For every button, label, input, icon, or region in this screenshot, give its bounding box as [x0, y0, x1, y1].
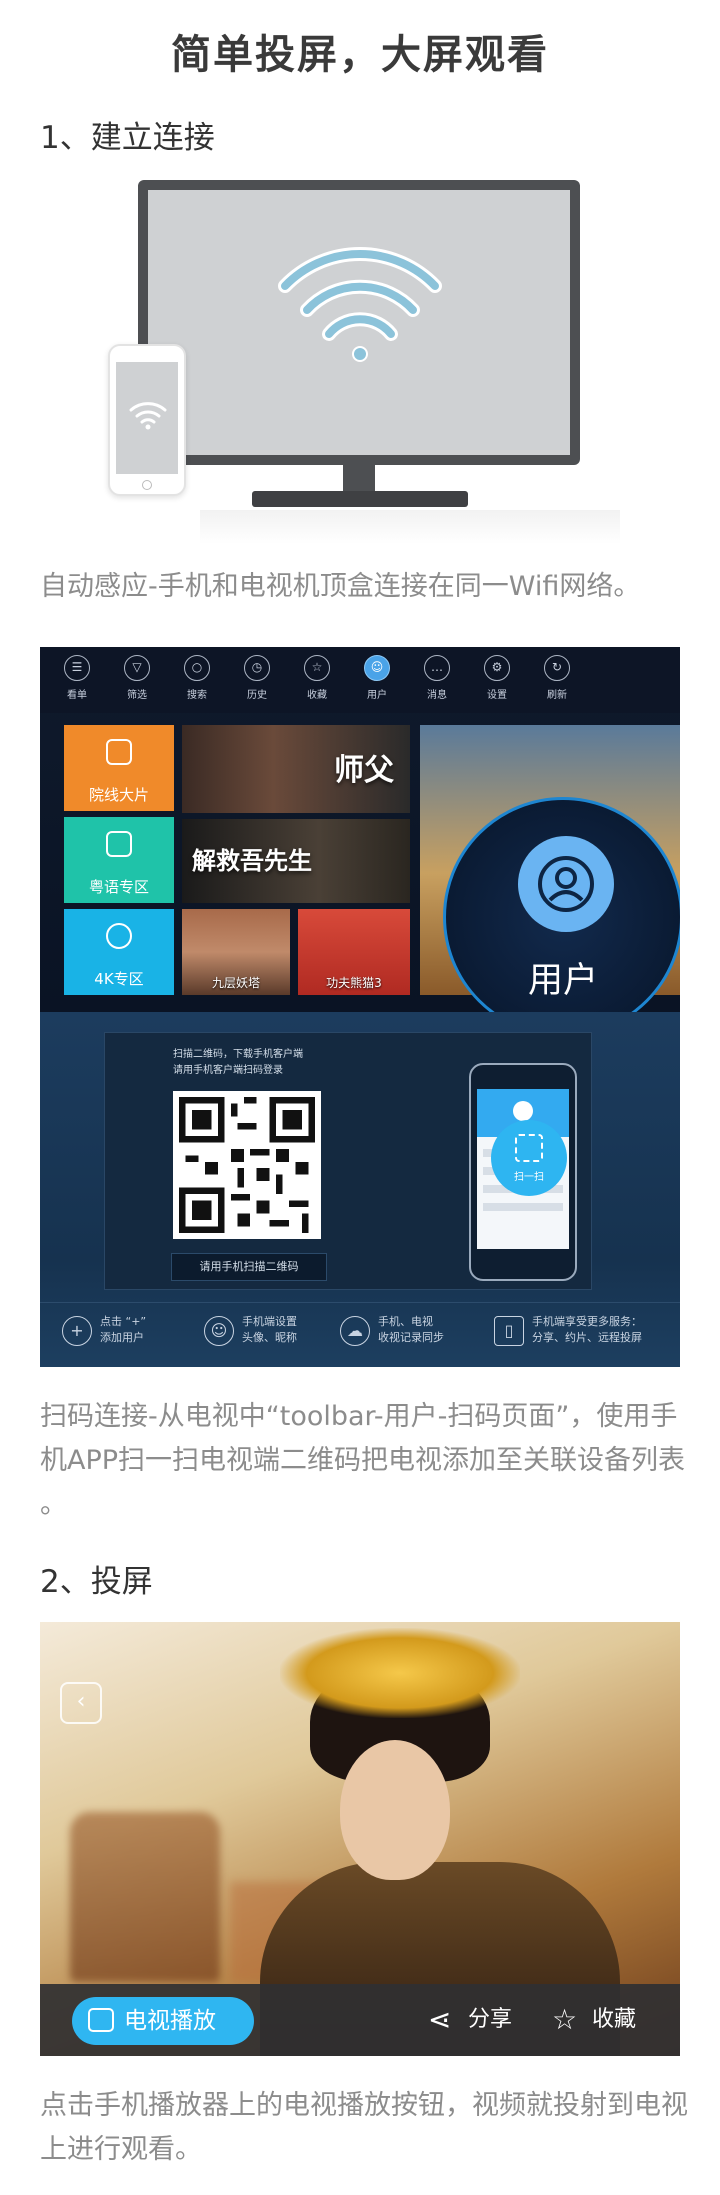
filter-icon: ▽ — [124, 655, 150, 681]
toolbar-label: 历史 — [247, 690, 267, 701]
toolbar-label: 看单 — [67, 690, 87, 701]
tv-phone-illustration — [100, 172, 620, 547]
poster-title: 解救吾先生 — [192, 847, 312, 875]
feature-text: 手机端设置 头像、昵称 — [242, 1315, 297, 1344]
tile-label: 4K专区 — [94, 970, 144, 988]
user-icon: ☺ — [364, 655, 390, 681]
video-player: ‹ 电视播放 ⋖ 分享 ☆ 收藏 — [40, 1622, 680, 2056]
toolbar-label: 设置 — [487, 690, 507, 701]
page-title: 简单投屏，大屏观看 — [171, 32, 549, 78]
poster-shifu[interactable]: 师父 — [182, 725, 410, 813]
tv-play-button[interactable]: 电视播放 — [72, 1997, 254, 2045]
share-label: 分享 — [468, 2007, 513, 2032]
phone-service-icon: ▯ — [494, 1316, 524, 1346]
popcorn-icon — [106, 739, 132, 765]
background-building — [70, 1812, 220, 1982]
phone-wifi-icon — [129, 402, 167, 430]
poster-caption: 九层妖塔 — [211, 976, 260, 990]
toolbar-label: 消息 — [427, 690, 447, 701]
back-button[interactable]: ‹ — [60, 1682, 102, 1724]
toolbar-label: 搜索 — [187, 690, 207, 701]
scan-qr-button[interactable]: 请用手机扫描二维码 — [171, 1253, 327, 1281]
toolbar-item-user[interactable]: ☺ 用户 — [352, 655, 402, 701]
figure-face — [340, 1740, 450, 1880]
feature-text: 手机、电视 收视记录同步 — [378, 1315, 444, 1344]
wifi-icon — [278, 247, 442, 362]
caption-cast: 点击手机播放器上的电视播放按钮，视频就投射到电视上进行观看。 — [40, 2090, 688, 2165]
toolbar-item-messages[interactable]: … 消息 — [412, 655, 462, 701]
toolbar-label: 用户 — [367, 690, 387, 701]
player-control-bar: 电视播放 ⋖ 分享 ☆ 收藏 — [40, 1984, 680, 2056]
toolbar-item-settings[interactable]: ⚙ 设置 — [472, 655, 522, 701]
qr-code — [173, 1091, 321, 1239]
phone-home-button — [142, 480, 152, 490]
toolbar-item-favorites[interactable]: ☆ 收藏 — [292, 655, 342, 701]
speech-icon — [106, 831, 132, 857]
history-icon: ◷ — [244, 655, 270, 681]
refresh-icon: ↻ — [544, 655, 570, 681]
toolbar-item-filter[interactable]: ▽ 筛选 — [112, 655, 162, 701]
zoom-label: 用户 — [527, 961, 598, 1001]
scan-label: 扫一扫 — [514, 1172, 544, 1183]
avatar — [513, 1101, 533, 1121]
toolbar-label: 收藏 — [307, 690, 327, 701]
figure-crown — [280, 1628, 520, 1718]
poster-title: 师父 — [334, 753, 394, 788]
divider — [40, 1302, 680, 1303]
caption-auto-connect: 自动感应-手机和电视机顶盒连接在同一Wifi网络。 — [40, 571, 641, 602]
favorite-label: 收藏 — [592, 2007, 637, 2032]
feature-text: 手机端享受更多服务： 分享、约片、远程投屏 — [532, 1315, 642, 1344]
tv-stand-base — [252, 491, 468, 507]
gear-icon: ⚙ — [484, 655, 510, 681]
qr-hint-line: 扫描二维码，下载手机客户端 — [173, 1049, 303, 1060]
toolbar-label: 筛选 — [127, 690, 147, 701]
user-icon — [518, 836, 614, 932]
scan-button[interactable]: 扫一扫 — [491, 1120, 567, 1196]
star-icon: ☆ — [552, 2003, 578, 2036]
tile-4k[interactable]: 4K专区 — [64, 909, 174, 995]
toolbar-item-search[interactable]: ○ 搜索 — [172, 655, 222, 701]
feature-text: 点击 “+” 添加用户 — [100, 1315, 147, 1344]
tile-label: 院线大片 — [88, 786, 149, 804]
tv-home-screenshot: ☰ 看单 ▽ 筛选 ○ 搜索 ◷ 历史 ☆ 收藏 ☺ 用户 … 消息 ⚙ 设置 — [40, 647, 680, 1012]
star-icon: ☆ — [304, 655, 330, 681]
search-icon: ○ — [184, 655, 210, 681]
section-heading-connect: 1、建立连接 — [40, 120, 215, 156]
qr-hint-line: 请用手机客户端扫码登录 — [173, 1065, 283, 1076]
plus-icon: + — [62, 1316, 92, 1346]
poster-nine-tower[interactable]: 九层妖塔 — [182, 909, 290, 995]
toolbar-item-refresh[interactable]: ↻ 刷新 — [532, 655, 582, 701]
tile-cinema[interactable]: 院线大片 — [64, 725, 174, 811]
smile-icon: ☺ — [204, 1316, 234, 1346]
tv-shadow — [200, 510, 620, 544]
poster-caption: 功夫熊猫3 — [326, 976, 382, 990]
toolbar-item-history[interactable]: ◷ 历史 — [232, 655, 282, 701]
tv-cast-icon — [88, 2008, 114, 2032]
tv-play-label: 电视播放 — [124, 2008, 216, 2034]
disc-icon — [106, 923, 132, 949]
list-icon: ☰ — [64, 655, 90, 681]
poster-saving-mr-wu[interactable]: 解救吾先生 — [182, 819, 410, 903]
poster-kung-fu-panda[interactable]: 功夫熊猫3 — [298, 909, 410, 995]
toolbar-item-list[interactable]: ☰ 看单 — [52, 655, 102, 701]
tile-cantonese[interactable]: 粤语专区 — [64, 817, 174, 903]
phone-app-row — [483, 1203, 563, 1211]
message-icon: … — [424, 655, 450, 681]
caption-scan-connect: 扫码连接-从电视中“toolbar-用户-扫码页面”，使用手机APP扫一扫电视端… — [40, 1401, 686, 1520]
tv-toolbar: ☰ 看单 ▽ 筛选 ○ 搜索 ◷ 历史 ☆ 收藏 ☺ 用户 … 消息 ⚙ 设置 — [40, 647, 680, 713]
scan-icon — [515, 1134, 543, 1162]
toolbar-label: 刷新 — [547, 690, 567, 701]
qr-scan-screenshot: 扫描二维码，下载手机客户端 请用手机客户端扫码登录 请用手机扫描二维码 扫一扫 … — [40, 1012, 680, 1367]
phone-icon — [108, 344, 186, 496]
section-heading-cast: 2、投屏 — [40, 1564, 153, 1600]
phone-screen — [116, 362, 178, 474]
tile-label: 粤语专区 — [88, 878, 149, 896]
share-icon: ⋖ — [428, 2003, 452, 2036]
cloud-sync-icon: ☁ — [340, 1316, 370, 1346]
